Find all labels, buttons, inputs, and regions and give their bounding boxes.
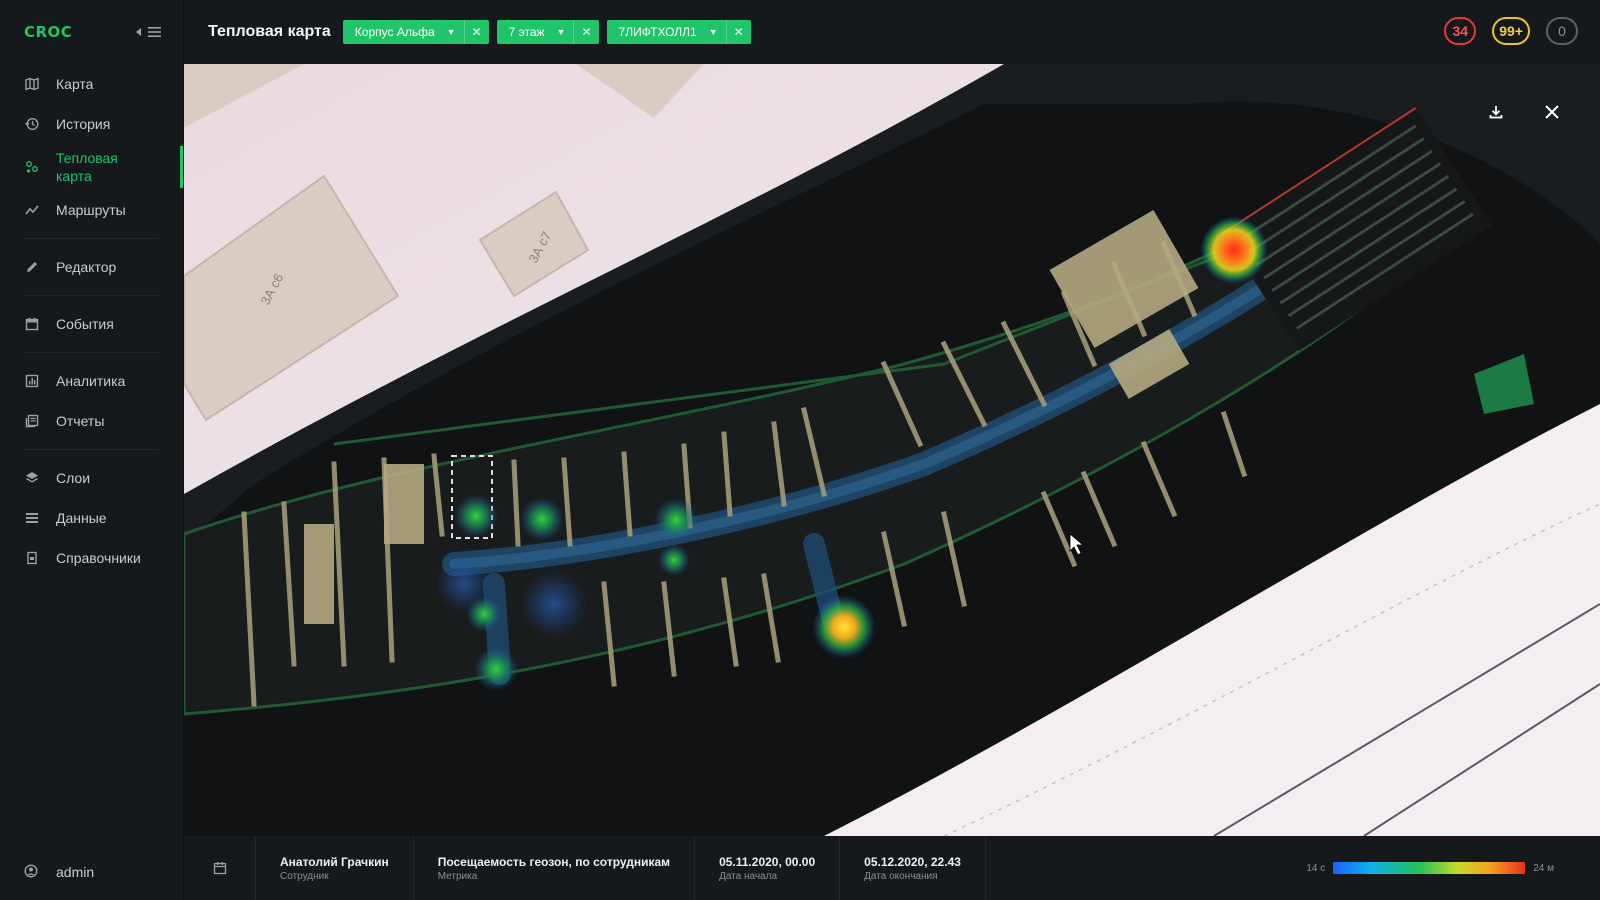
calendar-icon xyxy=(24,316,40,332)
heatmap-parameters-bar: Анатолий Грачкин Сотрудник Посещаемость … xyxy=(184,836,1600,900)
heatmap-icon xyxy=(24,159,40,175)
start-date-field[interactable]: 05.11.2020, 00.00 Дата начала xyxy=(695,836,841,900)
chevron-left-icon xyxy=(136,28,141,36)
sidebar-item-label: Данные xyxy=(56,510,107,526)
history-icon xyxy=(24,116,40,132)
sidebar-item-label: Отчеты xyxy=(56,413,105,429)
sidebar-item-label: Тепловая карта xyxy=(56,150,118,184)
menu-icon xyxy=(148,27,161,37)
sidebar-item-heatmap[interactable]: Тепловая карта xyxy=(0,144,183,190)
heat-legend: 14 с 24 м xyxy=(1306,862,1554,874)
pencil-icon xyxy=(24,259,40,275)
caret-down-icon[interactable]: ▼ xyxy=(555,27,574,37)
close-icon[interactable]: ✕ xyxy=(463,20,489,44)
metric-label: Метрика xyxy=(437,870,478,882)
sidebar-item-editor[interactable]: Редактор xyxy=(0,247,183,287)
sidebar-nav: Карта История Тепловая карта Маршруты Ре… xyxy=(0,64,183,578)
legend-max: 24 м xyxy=(1533,862,1554,874)
filter-chip-label: 7ЛИФТХОЛЛ1 xyxy=(618,25,697,39)
notification-badges: 34 99+ 0 xyxy=(1444,17,1578,45)
metric-value: Посещаемость геозон, по сотрудникам xyxy=(437,854,671,869)
close-icon[interactable]: ✕ xyxy=(573,20,598,44)
sidebar-item-data[interactable]: Данные xyxy=(0,498,183,538)
top-bar: Тепловая карта Корпус Альфа ▼ ✕ 7 этаж ▼… xyxy=(184,0,1600,64)
close-map-button[interactable] xyxy=(1528,88,1576,136)
caret-down-icon[interactable]: ▼ xyxy=(445,27,464,37)
employee-label: Сотрудник xyxy=(280,870,329,882)
nav-divider xyxy=(24,449,159,450)
layers-icon xyxy=(24,470,40,486)
start-date-value: 05.11.2020, 00.00 xyxy=(719,854,816,869)
floor-plan-map: 3А с6 3А с7 xyxy=(184,64,1600,836)
download-icon xyxy=(1489,106,1503,119)
sidebar-item-analytics[interactable]: Аналитика xyxy=(0,361,183,401)
close-icon xyxy=(1545,105,1559,119)
sidebar-item-label: Редактор xyxy=(56,259,117,275)
page-title: Тепловая карта xyxy=(208,23,331,40)
username: admin xyxy=(56,864,95,880)
routes-icon xyxy=(24,202,40,218)
info-badge[interactable]: 0 xyxy=(1546,17,1578,45)
metric-field[interactable]: Посещаемость геозон, по сотрудникам Метр… xyxy=(414,836,696,900)
filter-chip-floor[interactable]: 7 этаж ▼ ✕ xyxy=(496,20,599,44)
sidebar-item-map[interactable]: Карта xyxy=(0,64,183,104)
warnings-badge[interactable]: 99+ xyxy=(1492,17,1530,45)
sidebar-header: CROC xyxy=(0,0,183,64)
end-date-field[interactable]: 05.12.2020, 22.43 Дата окончания xyxy=(840,836,986,900)
sidebar-item-label: История xyxy=(56,116,111,132)
nav-divider xyxy=(24,238,159,239)
analytics-icon xyxy=(24,373,40,389)
start-date-label: Дата начала xyxy=(719,870,778,882)
collapse-sidebar-button[interactable] xyxy=(136,27,161,37)
sidebar-item-label: События xyxy=(56,316,114,332)
legend-gradient xyxy=(1333,862,1526,874)
sidebar-item-reports[interactable]: Отчеты xyxy=(0,401,183,441)
sidebar-item-label: Слои xyxy=(56,470,91,486)
caret-down-icon[interactable]: ▼ xyxy=(707,27,726,37)
nav-divider xyxy=(24,352,159,353)
filter-chip-label: 7 этаж xyxy=(508,25,545,39)
employee-value: Анатолий Грачкин xyxy=(280,854,389,869)
end-date-value: 05.12.2020, 22.43 xyxy=(864,854,961,869)
sidebar-item-label: Справочники xyxy=(56,550,141,566)
alerts-badge[interactable]: 34 xyxy=(1444,17,1477,45)
sidebar-item-history[interactable]: История xyxy=(0,104,183,144)
reports-icon xyxy=(24,413,40,429)
sidebar-item-label: Карта xyxy=(56,76,94,92)
user-icon xyxy=(24,864,40,880)
nav-divider xyxy=(24,295,159,296)
logo: CROC xyxy=(24,23,73,41)
sidebar-item-handbooks[interactable]: Справочники xyxy=(0,538,183,578)
calendar-icon xyxy=(213,862,226,875)
filter-chip-building[interactable]: Корпус Альфа ▼ ✕ xyxy=(342,20,489,44)
end-date-label: Дата окончания xyxy=(864,870,938,882)
sidebar-item-label: Маршруты xyxy=(56,202,126,218)
user-menu[interactable]: admin xyxy=(0,844,184,900)
filter-chip-zone[interactable]: 7ЛИФТХОЛЛ1 ▼ ✕ xyxy=(606,20,751,44)
sidebar: CROC Карта История Тепловая карта Маршру… xyxy=(0,0,184,900)
map-icon xyxy=(24,76,40,92)
handbook-icon xyxy=(24,550,40,566)
sidebar-item-routes[interactable]: Маршруты xyxy=(0,190,183,230)
close-icon[interactable]: ✕ xyxy=(725,20,751,44)
employee-field[interactable]: Анатолий Грачкин Сотрудник xyxy=(256,836,414,900)
sidebar-item-events[interactable]: События xyxy=(0,304,183,344)
heatmap-canvas[interactable]: 3А с6 3А с7 xyxy=(184,64,1600,836)
list-icon xyxy=(24,510,40,526)
sidebar-item-label: Аналитика xyxy=(56,373,126,389)
legend-min: 14 с xyxy=(1306,862,1326,874)
sidebar-item-layers[interactable]: Слои xyxy=(0,458,183,498)
download-button[interactable] xyxy=(1472,88,1520,136)
date-range-button[interactable] xyxy=(184,836,256,900)
filter-chip-label: Корпус Альфа xyxy=(354,25,435,39)
